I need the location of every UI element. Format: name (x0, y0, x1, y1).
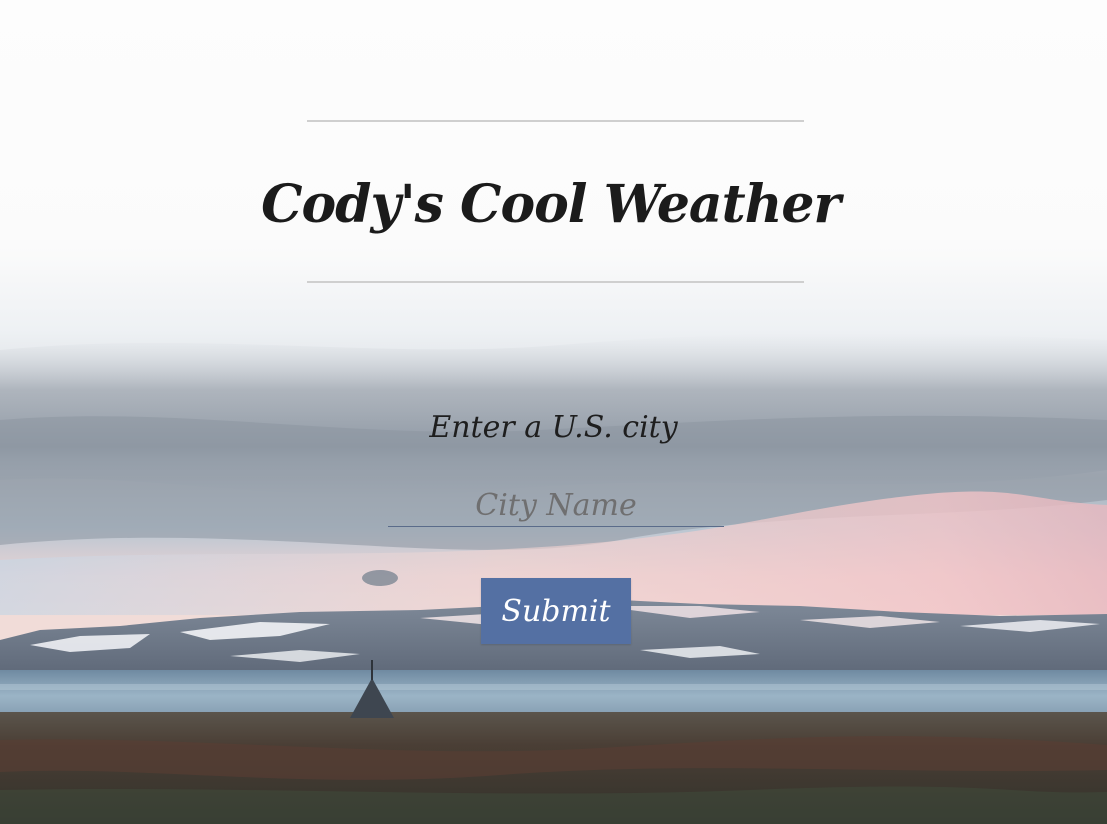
city-prompt-label: Enter a U.S. city (429, 410, 678, 445)
app-title: Cody's Cool Weather (261, 174, 841, 235)
header-divider-top (307, 120, 804, 122)
submit-button[interactable]: Submit (481, 578, 631, 644)
header-divider-bottom (307, 281, 804, 283)
app-header: Cody's Cool Weather (261, 160, 841, 250)
city-name-input[interactable] (388, 484, 724, 527)
